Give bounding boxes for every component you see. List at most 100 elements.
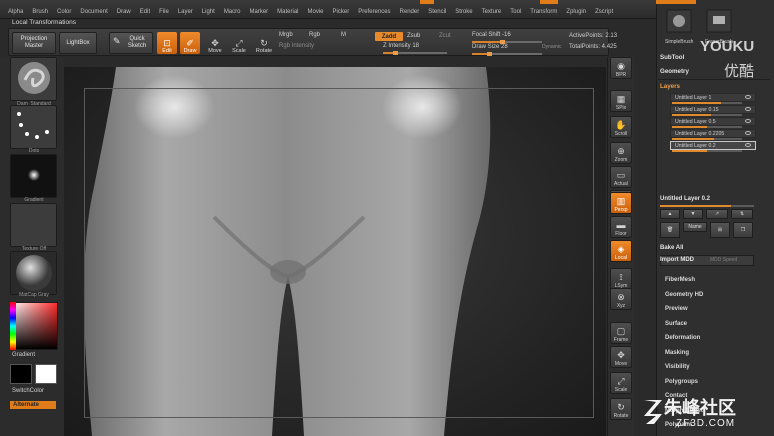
actual-button[interactable]: ▭ Actual [610, 166, 632, 188]
section-preview[interactable]: Preview [665, 306, 688, 312]
main-color-swatch[interactable] [10, 364, 32, 384]
texture-thumbnail[interactable] [10, 203, 57, 247]
section-visibility[interactable]: Visibility [665, 364, 690, 370]
brush-thumbnail[interactable] [10, 57, 57, 101]
edit-button[interactable]: ⊡ Edit [157, 32, 177, 54]
layers-section[interactable]: Layers [660, 83, 680, 90]
eye-icon[interactable] [745, 95, 751, 99]
duplicate-layer-button[interactable]: ❐ [733, 222, 753, 238]
layer-row[interactable]: Untitled Layer 0.2 [670, 141, 756, 150]
secondary-color-swatch[interactable] [35, 364, 57, 384]
floor-button[interactable]: ▬ Floor [610, 216, 632, 238]
frame-button[interactable]: ▢ Frame [610, 322, 632, 344]
layer-row[interactable]: Untitled Layer 0.2205 [670, 129, 756, 138]
layer-intensity-slider[interactable] [672, 102, 742, 104]
projection-master-button[interactable]: Projection Master [12, 32, 56, 54]
draw-size-slider[interactable]: Draw Size 28 [472, 44, 508, 50]
zsub-toggle[interactable]: Zsub [407, 33, 420, 39]
zoom-button[interactable]: ⊕ Zoom [610, 142, 632, 164]
layer-intensity-slider[interactable] [672, 150, 742, 152]
scale-button[interactable]: ⤢ Scale [229, 32, 249, 54]
z-intensity-track[interactable] [383, 51, 447, 55]
menu-item[interactable]: Stencil [428, 9, 446, 15]
canvas-viewport[interactable] [64, 67, 606, 436]
menu-item[interactable]: Movie [308, 9, 324, 15]
simple-brush-thumbnail[interactable]: SimpleBrush [665, 8, 693, 45]
menu-item[interactable]: Zscript [595, 9, 613, 15]
layer-intensity-slider[interactable] [672, 114, 742, 116]
menu-item[interactable]: Macro [224, 9, 241, 15]
layer-intensity-slider[interactable] [672, 138, 742, 140]
focal-shift-track[interactable] [472, 40, 542, 44]
zadd-toggle[interactable]: Zadd [375, 32, 403, 41]
layer-intensity-slider[interactable] [672, 126, 742, 128]
local-button[interactable]: ◈ Local [610, 240, 632, 262]
menu-item[interactable]: Layer [178, 9, 193, 15]
switch-color-button[interactable]: SwitchColor [12, 388, 44, 394]
section-polygroups[interactable]: Polygroups [665, 379, 698, 385]
menu-item[interactable]: Color [57, 9, 71, 15]
menu-item[interactable]: Stroke [455, 9, 472, 15]
layer-row[interactable]: Untitled Layer 0.15 [670, 105, 756, 114]
section-deformation[interactable]: Deformation [665, 335, 700, 341]
material-thumbnail[interactable] [10, 251, 57, 295]
move-up-button[interactable]: ▲ [660, 209, 680, 219]
eye-icon[interactable] [745, 107, 751, 111]
menu-item[interactable]: Marker [249, 9, 268, 15]
menu-item[interactable]: Tool [510, 9, 521, 15]
section-fibermesh[interactable]: FiberMesh [665, 277, 695, 283]
rotate-button[interactable]: ↻ Rotate [254, 32, 274, 54]
delete-layer-button[interactable]: 🗑 [660, 222, 680, 238]
new-layer-button[interactable]: ⊞ [710, 222, 730, 238]
lightbox-button[interactable]: LightBox [59, 32, 97, 54]
menu-item[interactable]: Preferences [358, 9, 390, 15]
bpr-button[interactable]: ◉ BPR [610, 57, 632, 79]
menu-item[interactable]: Brush [32, 9, 48, 15]
rgb-toggle[interactable]: Rgb [309, 32, 320, 38]
split-button[interactable]: ↗ [706, 209, 728, 219]
rgb-intensity-slider[interactable]: Rgb Intensity [279, 43, 314, 49]
color-picker[interactable] [10, 302, 58, 350]
name-button[interactable]: Name [683, 222, 707, 232]
import-mdd-button[interactable]: Import MDD [660, 257, 694, 263]
draw-size-track[interactable] [472, 52, 542, 56]
z-intensity-slider[interactable]: Z Intensity 18 [383, 43, 419, 49]
focal-shift-slider[interactable]: Focal Shift -16 [472, 32, 511, 38]
menu-item[interactable]: Render [400, 9, 420, 15]
move-button[interactable]: ✥ Move [610, 346, 632, 368]
section-masking[interactable]: Masking [665, 350, 689, 356]
menu-item[interactable]: Texture [482, 9, 502, 15]
section-surface[interactable]: Surface [665, 321, 687, 327]
bake-all-button[interactable]: Bake All [660, 245, 683, 251]
merge-button[interactable]: ⇅ [731, 209, 753, 219]
hue-strip[interactable] [10, 302, 16, 350]
spix-button[interactable]: ▦ SPix [610, 90, 632, 112]
eye-icon[interactable] [745, 119, 751, 123]
zcut-toggle[interactable]: Zcut [439, 33, 451, 39]
menu-item[interactable]: Edit [140, 9, 150, 15]
mrgb-toggle[interactable]: Mrgb [279, 32, 293, 38]
menu-item[interactable]: Draw [117, 9, 131, 15]
move-button[interactable]: ✥ Move [205, 32, 225, 54]
layer-row[interactable]: Untitled Layer 1 [670, 93, 756, 102]
scale-button[interactable]: ⤢ Scale [610, 372, 632, 394]
move-down-button[interactable]: ▼ [683, 209, 703, 219]
subtool-section[interactable]: SubTool [660, 54, 684, 61]
dynamic-toggle[interactable]: Dynamic [542, 44, 561, 50]
m-toggle[interactable]: M [341, 32, 346, 38]
mdd-speed-slider[interactable]: MDD Speed [710, 257, 737, 263]
menu-item[interactable]: Zplugin [566, 9, 586, 15]
scroll-button[interactable]: ✋ Scroll [610, 116, 632, 138]
geometry-section[interactable]: Geometry [660, 68, 689, 75]
draw-button[interactable]: ✐ Draw [180, 32, 200, 54]
persp-button[interactable]: ▥ Persp [610, 192, 632, 214]
eye-icon[interactable] [745, 143, 751, 147]
quick-sketch-button[interactable]: ✎ Quick Sketch [109, 32, 153, 54]
menu-item[interactable]: Material [277, 9, 298, 15]
menu-item[interactable]: Transform [530, 9, 557, 15]
stroke-thumbnail[interactable] [10, 105, 57, 149]
eraser-brush-thumbnail[interactable]: EraserBrush [705, 8, 741, 45]
alternate-button[interactable]: Alternate [10, 401, 56, 409]
alpha-thumbnail[interactable] [10, 154, 57, 198]
menu-item[interactable]: Document [80, 9, 107, 15]
